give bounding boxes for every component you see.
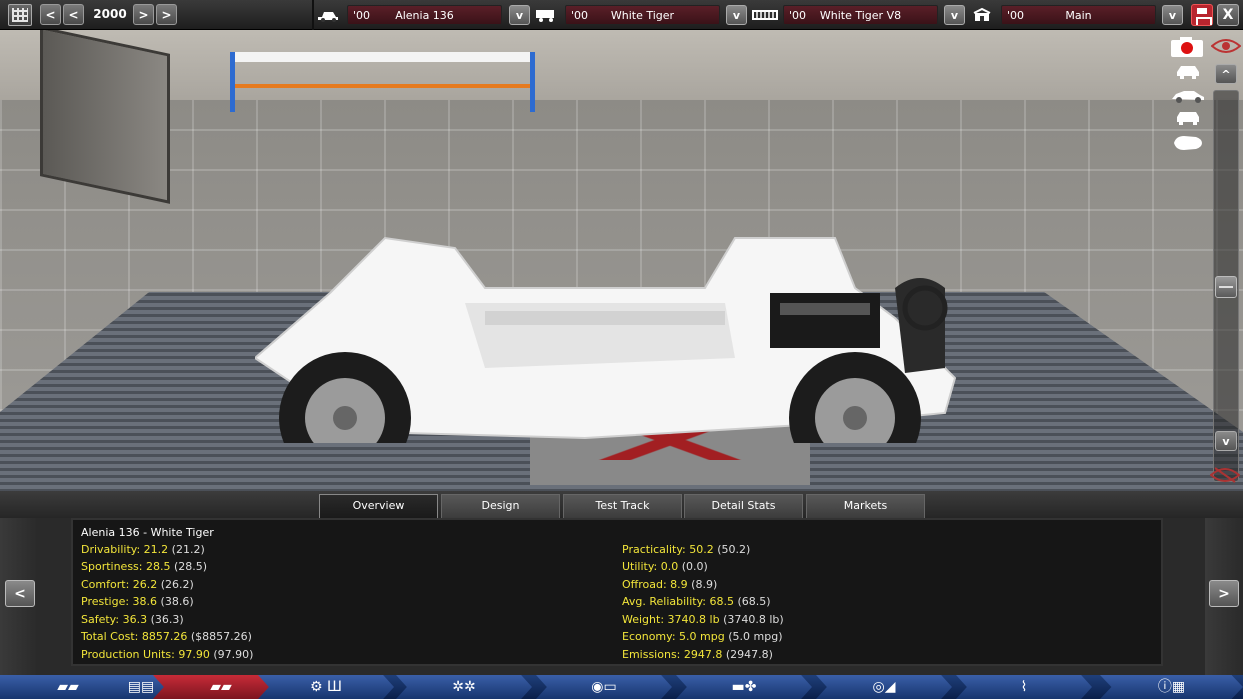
rear-view-icon[interactable] — [1174, 110, 1202, 126]
year-next-button[interactable]: > — [133, 4, 154, 25]
next-car-button[interactable]: > — [1209, 580, 1239, 607]
zoom-out-button[interactable]: v — [1215, 431, 1237, 451]
info-panel: Overview Design Test Track Detail Stats … — [0, 491, 1243, 675]
stat-offroad: Offroad: 8.9 (8.9) — [622, 578, 718, 591]
engine-select[interactable]: '00 White Tiger V8 — [783, 5, 938, 25]
save-icon[interactable] — [1191, 4, 1213, 26]
car-model-icon — [316, 7, 340, 23]
factory-name: Main — [1065, 9, 1092, 22]
camera-icon[interactable] — [1170, 36, 1204, 58]
hide-view-icon[interactable] — [1210, 465, 1240, 485]
nav-gearbox-icon[interactable]: ⚙ Ш — [258, 675, 394, 699]
nav-suspension-icon[interactable]: ⌇ — [956, 675, 1092, 699]
year-forward-button[interactable]: > — [156, 4, 177, 25]
stat-sportiness: Sportiness: 28.5 (28.5) — [81, 560, 208, 573]
year-display: 2000 — [93, 7, 127, 21]
stat-practicality: Practicality: 50.2 (50.2) — [622, 543, 751, 556]
year-prev-button[interactable]: < — [63, 4, 84, 25]
calendar-icon[interactable] — [8, 4, 32, 26]
car-3d-viewport[interactable]: ^ v — [0, 30, 1243, 491]
garage-shelf — [230, 52, 535, 112]
car-title: Alenia 136 - White Tiger — [81, 526, 214, 539]
stat-safety: Safety: 36.3 (36.3) — [81, 613, 184, 626]
stat-total-cost: Total Cost: 8857.26 ($8857.26) — [81, 630, 252, 643]
previous-car-button[interactable]: < — [5, 580, 35, 607]
year-back-button[interactable]: < — [40, 4, 61, 25]
trim-icon — [534, 7, 558, 23]
stat-drivability: Drivability: 21.2 (21.2) — [81, 543, 205, 556]
tab-markets[interactable]: Markets — [806, 494, 925, 518]
stat-production-units: Production Units: 97.90 (97.90) — [81, 648, 254, 661]
trim-name: White Tiger — [610, 9, 675, 22]
zoom-in-button[interactable]: ^ — [1215, 64, 1237, 84]
top-view-icon[interactable] — [1172, 134, 1204, 152]
side-view-icon[interactable] — [1170, 88, 1206, 104]
stat-comfort: Comfort: 26.2 (26.2) — [81, 578, 194, 591]
nav-wheels-icon[interactable]: ✲✲ — [396, 675, 532, 699]
car-model-select[interactable]: '00 Alenia 136 — [347, 5, 502, 25]
stat-economy: Economy: 5.0 mpg (5.0 mpg) — [622, 630, 783, 643]
tab-overview[interactable]: Overview — [319, 494, 438, 518]
car-chassis-model — [255, 236, 957, 443]
stat-prestige: Prestige: 38.6 (38.6) — [81, 595, 194, 608]
engine-icon — [752, 7, 778, 23]
tab-design[interactable]: Design — [441, 494, 560, 518]
front-view-icon[interactable] — [1174, 64, 1202, 80]
engine-name: White Tiger V8 — [819, 9, 902, 22]
factory-icon — [970, 7, 994, 23]
car-model-dropdown-button[interactable]: v — [509, 5, 530, 25]
stat-emissions: Emissions: 2947.8 (2947.8) — [622, 648, 773, 661]
engine-dropdown-button[interactable]: v — [944, 5, 965, 25]
nav-finish-icon[interactable]: ⓘ▦ — [1100, 675, 1243, 699]
design-step-navbar: ▰▰ ▤▤ ▰▰ ⚙ Ш ✲✲ ◉▭ ▬✤ ◎◢ ⌇ ⓘ▦ — [0, 675, 1243, 699]
divider — [312, 0, 314, 30]
overview-stats: Alenia 136 - White Tiger Drivability: 21… — [71, 518, 1163, 666]
trim-select[interactable]: '00 White Tiger — [565, 5, 720, 25]
nav-interior-icon[interactable]: ◎◢ — [816, 675, 952, 699]
tab-bar: Overview Design Test Track Detail Stats … — [0, 491, 1243, 518]
garage-door — [40, 30, 170, 204]
factory-select[interactable]: '00 Main — [1001, 5, 1156, 25]
eye-icon[interactable] — [1211, 38, 1241, 54]
nav-brakes-icon[interactable]: ◉▭ — [536, 675, 672, 699]
top-toolbar: < < 2000 > > '00 Alenia 136 v '00 White … — [0, 0, 1243, 30]
tab-test-track[interactable]: Test Track — [563, 494, 682, 518]
factory-dropdown-button[interactable]: v — [1162, 5, 1183, 25]
garage-wall — [0, 30, 1243, 110]
close-button[interactable]: X — [1217, 4, 1239, 26]
stat-weight: Weight: 3740.8 lb (3740.8 lb) — [622, 613, 784, 626]
nav-body-icon[interactable]: ▬✤ — [676, 675, 812, 699]
trim-dropdown-button[interactable]: v — [726, 5, 747, 25]
zoom-slider-thumb[interactable] — [1215, 276, 1237, 298]
car-model-name: Alenia 136 — [395, 9, 454, 22]
stat-reliability: Avg. Reliability: 68.5 (68.5) — [622, 595, 771, 608]
stat-utility: Utility: 0.0 (0.0) — [622, 560, 708, 573]
tab-detail-stats[interactable]: Detail Stats — [684, 494, 803, 518]
